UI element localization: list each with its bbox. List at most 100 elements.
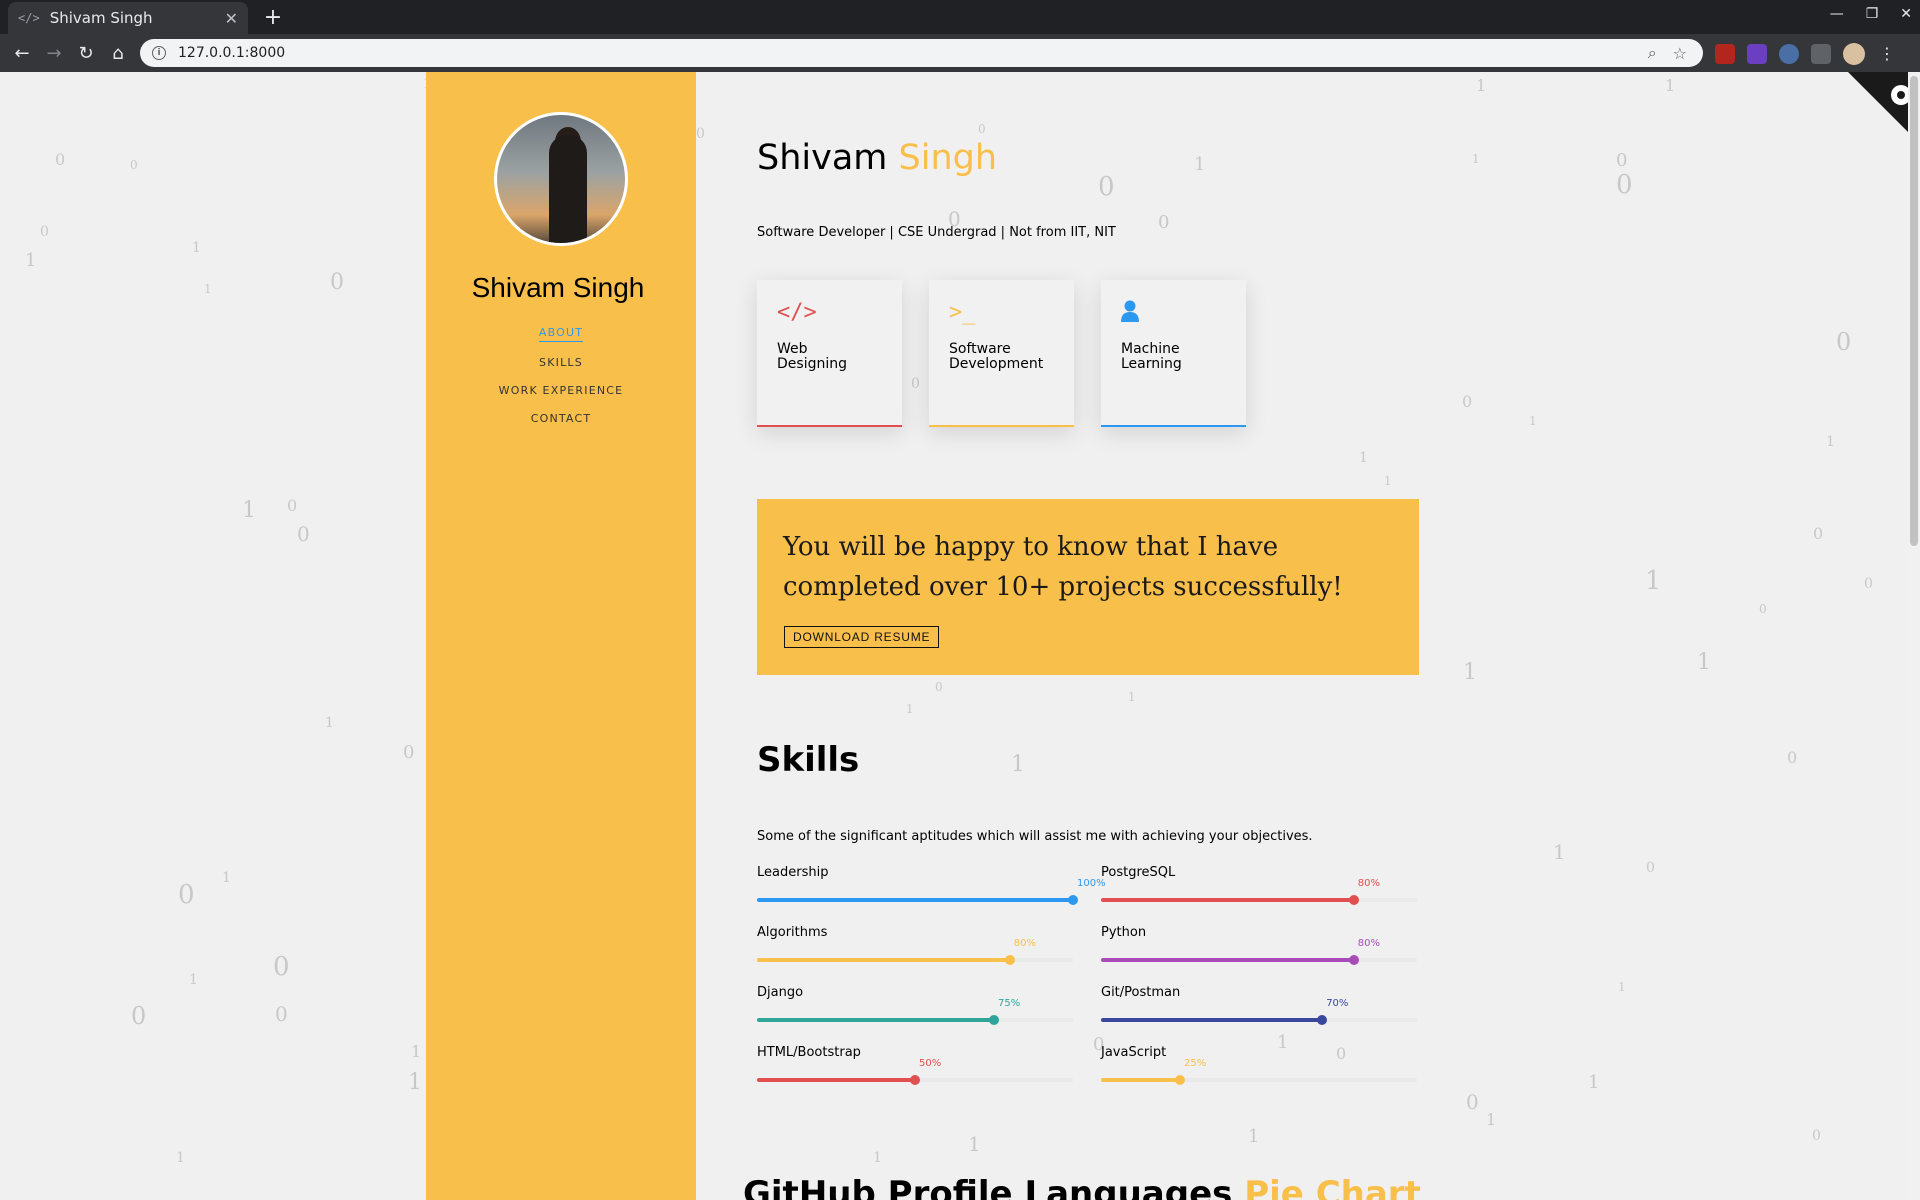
nav-contact[interactable]: CONTACT [426,404,696,432]
restore-icon[interactable]: ❐ [1866,6,1879,22]
skill-fill [1101,1018,1323,1022]
background-digit: 0 [403,742,415,763]
background-digit: 0 [131,1002,147,1030]
ublock-extension-icon[interactable] [1715,44,1735,64]
background-digit: 0 [1158,212,1170,233]
background-digit: 1 [1553,840,1566,864]
zoom-icon[interactable]: ⌕ [1648,43,1657,63]
background-digit: 1 [1665,76,1676,95]
tab-title: Shivam Singh [49,9,153,27]
background-digit: 0 [1813,524,1824,543]
background-digit: 0 [1098,172,1115,202]
scrollbar-thumb[interactable] [1910,76,1918,546]
banner-text: You will be happy to know that I have co… [783,532,1343,602]
browser-toolbar: ← → ↻ ⌂ i 127.0.0.1:8000 ⌕ ☆ ⋮ [0,34,1920,72]
skill-track [757,955,1073,965]
background-digit: 0 [1759,602,1767,616]
service-label: Software Development [949,342,1054,372]
projects-banner: You will be happy to know that I have co… [757,499,1419,675]
nav-label: CONTACT [530,411,592,425]
skill-name: HTML/Bootstrap [757,1045,861,1060]
home-icon[interactable]: ⌂ [106,41,130,65]
pencil-extension-icon[interactable] [1811,44,1831,64]
github-section-title: GitHub Profile Languages Pie Chart [743,1174,1421,1200]
background-digit: 0 [935,680,943,694]
skill-percent: 25% [1184,1058,1207,1069]
skill-track [757,1075,1073,1085]
skill-percent: 80% [1013,938,1037,949]
background-digit: 0 [275,1002,288,1026]
back-icon[interactable]: ← [10,41,34,65]
new-tab-button[interactable]: + [260,4,286,30]
skill-python: Python 80% [1101,925,1417,977]
background-digit: 0 [1466,1090,1479,1114]
service-label-line2: Designing [777,356,847,372]
address-bar[interactable]: i 127.0.0.1:8000 ⌕ ☆ [140,39,1703,67]
reload-icon[interactable]: ↻ [74,41,98,65]
skill-git-postman: Git/Postman 70% [1101,985,1417,1037]
background-digit: 1 [1472,152,1480,166]
skill-percent: 80% [1357,938,1381,949]
skill-django: Django 75% [757,985,1073,1037]
service-label-line1: Machine [1121,341,1180,357]
skill-track [1101,1075,1417,1085]
profile-avatar-image [494,112,628,246]
service-label-line1: Web [777,341,808,357]
background-digit: 0 [1616,150,1628,171]
menu-kebab-icon[interactable]: ⋮ [1877,44,1897,64]
skill-knob [1068,895,1078,905]
skill-track [757,895,1078,905]
skill-percent: 50% [919,1058,942,1069]
sidebar-name: Shivam Singh [471,272,645,303]
profile-avatar[interactable] [1843,43,1865,65]
minimize-icon[interactable]: — [1830,6,1844,22]
close-window-icon[interactable]: ✕ [1900,6,1912,22]
background-digit: 0 [1836,328,1852,356]
skill-track [757,1015,1073,1025]
background-digit: 1 [408,1070,422,1095]
background-digit: 1 [222,870,231,886]
browser-tab[interactable]: </> Shivam Singh ✕ [8,2,248,34]
search-extension-icon[interactable] [1779,44,1799,64]
extension-icon[interactable] [1747,44,1767,64]
skill-fill [757,958,1010,962]
skill-knob [1348,895,1359,905]
skill-knob [1348,955,1359,965]
nav-about[interactable]: ABOUT [426,320,696,348]
download-resume-button[interactable]: DOWNLOAD RESUME [784,626,940,648]
nav-work-experience[interactable]: WORK EXPERIENCE [426,376,696,404]
close-tab-icon[interactable]: ✕ [225,9,238,28]
background-digit: 1 [968,1132,981,1156]
skills-description: Some of the significant aptitudes which … [757,829,1313,844]
skill-track [1101,895,1417,905]
browser-tab-strip: </> Shivam Singh ✕ + — ❐ ✕ [0,0,1920,34]
skill-percent: 70% [1326,998,1349,1009]
background-digit: 1 [1486,1110,1497,1129]
background-digit: 1 [1194,154,1206,175]
background-digit: 0 [1787,748,1798,767]
forward-icon[interactable]: → [42,41,66,65]
service-label-line1: Software [949,341,1011,357]
background-digit: 1 [1011,752,1025,777]
background-digit: 1 [192,240,201,256]
background-digit: 0 [130,158,138,172]
nav-skills[interactable]: SKILLS [426,348,696,376]
nav-label: ABOUT [538,326,584,342]
background-digit: 0 [297,522,310,546]
background-digit: 0 [1812,1128,1821,1144]
skill-name: JavaScript [1101,1045,1167,1060]
background-digit: 1 [1529,414,1537,428]
skill-track [1101,955,1417,965]
background-digit: 1 [325,715,334,731]
skill-algorithms: Algorithms 80% [757,925,1073,977]
skill-name: Algorithms [757,925,828,940]
bookmark-star-icon[interactable]: ☆ [1673,44,1687,63]
service-card-software-development: >_ Software Development [929,280,1074,427]
url-text: 127.0.0.1:8000 [178,45,286,61]
tagline: Software Developer | CSE Undergrad | Not… [757,225,1116,240]
page-scrollbar[interactable] [1908,72,1920,1200]
skill-track [1101,1015,1417,1025]
skill-fill [757,1018,994,1022]
site-info-icon[interactable]: i [152,46,166,60]
background-digit: 1 [189,972,198,988]
